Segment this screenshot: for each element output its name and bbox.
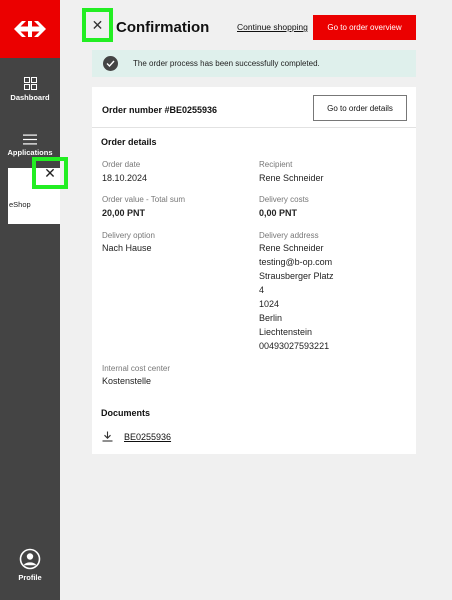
delivery-option-label: Delivery option [102, 231, 155, 240]
cost-center-value: Kostenstelle [102, 376, 152, 386]
document-item[interactable]: BE0255936 [102, 431, 171, 442]
menu-icon [23, 134, 37, 144]
close-icon: ✕ [44, 165, 56, 181]
sbb-logo[interactable] [0, 0, 60, 58]
sidebar-item-label: Applications [7, 147, 53, 157]
document-link[interactable]: BE0255936 [124, 432, 171, 442]
address-line: 4 [259, 285, 265, 295]
sbb-logo-icon [14, 21, 46, 37]
download-icon [102, 431, 113, 442]
continue-shopping-link[interactable]: Continue shopping [237, 22, 308, 32]
documents-title: Documents [101, 408, 151, 418]
success-message: The order process has been successfully … [133, 59, 320, 68]
sidebar-item-label: eShop [9, 200, 31, 209]
order-value: 20,00 PNT [102, 208, 146, 218]
grid-icon [23, 76, 37, 90]
order-value-label: Order value - Total sum [102, 195, 185, 204]
address-line: 1024 [259, 299, 280, 309]
sidebar-item-profile[interactable]: Profile [0, 548, 60, 588]
sidebar: Dashboard Applications eShop Profile [0, 0, 60, 600]
address-line: Berlin [259, 313, 283, 323]
order-date-value: 18.10.2024 [102, 173, 148, 183]
address-line: Liechtenstein [259, 327, 313, 337]
go-to-order-details-button[interactable]: Go to order details [313, 95, 407, 121]
sidebar-item-label: Dashboard [10, 92, 50, 102]
go-to-order-overview-button[interactable]: Go to order overview [313, 15, 416, 40]
sidebar-item-label: Profile [18, 573, 42, 582]
close-icon: ✕ [91, 16, 104, 33]
close-confirmation-button[interactable]: ✕ [82, 8, 113, 42]
order-date-label: Order date [102, 160, 141, 169]
order-number: Order number #BE0255936 [102, 105, 218, 115]
page-title: Confirmation [116, 19, 210, 36]
address-line: 00493027593221 [259, 341, 330, 351]
delivery-address: Rene Schneider testing@b-op.com Strausbe… [259, 241, 334, 353]
delivery-costs-label: Delivery costs [259, 195, 309, 204]
delivery-costs-value: 0,00 PNT [259, 208, 298, 218]
sidebar-item-dashboard[interactable]: Dashboard [0, 64, 60, 114]
close-eshop-button[interactable]: ✕ [32, 157, 68, 189]
success-banner: The order process has been successfully … [92, 50, 416, 77]
delivery-option-value: Nach Hause [102, 243, 152, 253]
order-card: Order number #BE0255936 Go to order deta… [92, 87, 416, 454]
address-line: Rene Schneider [259, 243, 324, 253]
recipient-value: Rene Schneider [259, 173, 324, 183]
check-circle-icon [103, 56, 118, 71]
cost-center-label: Internal cost center [102, 364, 171, 373]
address-line: Strausberger Platz [259, 271, 334, 281]
order-card-header: Order number #BE0255936 Go to order deta… [92, 87, 416, 128]
order-details-title: Order details [101, 137, 157, 147]
address-line: testing@b-op.com [259, 257, 333, 267]
delivery-address-label: Delivery address [259, 231, 319, 240]
recipient-label: Recipient [259, 160, 293, 169]
user-circle-icon [19, 548, 41, 570]
